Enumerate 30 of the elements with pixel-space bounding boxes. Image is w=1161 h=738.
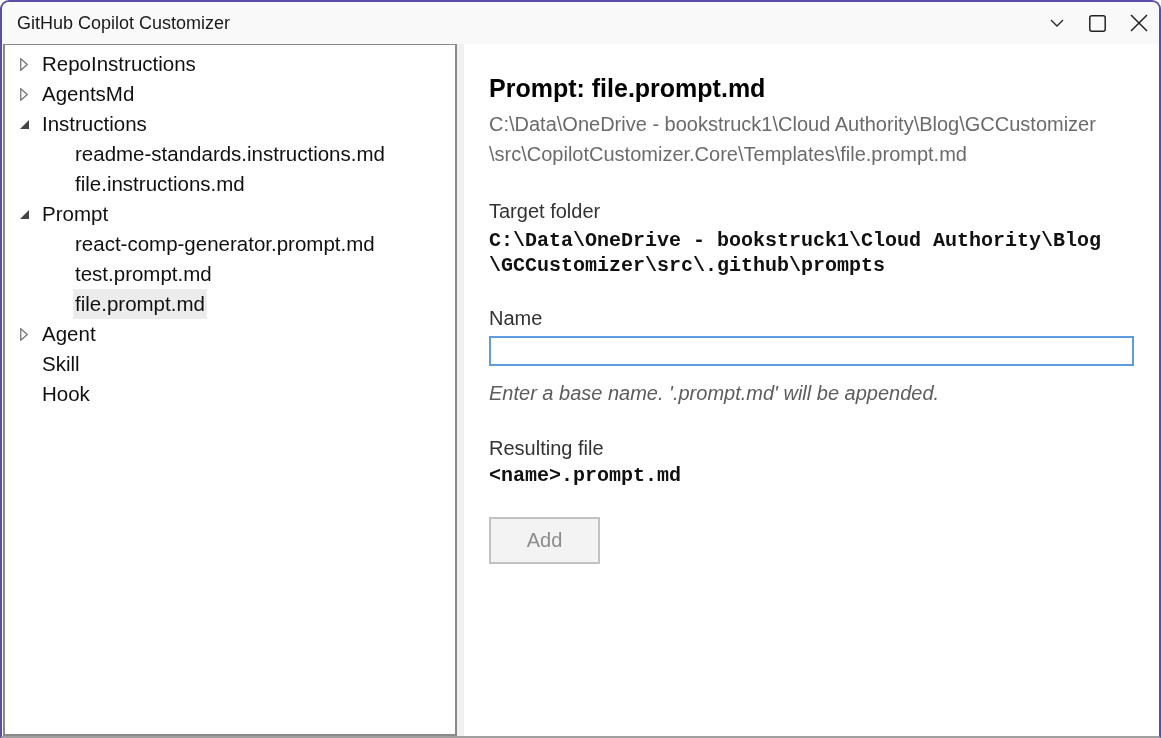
hint-text: Enter a base name. '.prompt.md' will be appended. [489,381,941,406]
tree-item[interactable]: react-comp-generator.prompt.md [73,229,377,259]
square-icon[interactable] [1089,14,1106,32]
tree-item[interactable]: RepoInstructions [40,49,198,79]
field-label: Resulting file [489,436,605,461]
tree-item[interactable]: test.prompt.md [73,259,214,289]
file-name: <name>.prompt.md [489,463,683,488]
collapsed-triangle-icon[interactable] [20,87,28,101]
source-path: C:\Data\OneDrive - bookstruck1\Cloud Authority\Blog\GCCustomizer \src\CopilotCustomizer.Core\Templates\file.prompt.md [489,112,1097,167]
chevron-down-icon[interactable] [1049,19,1064,27]
folder-path: C:\Data\OneDrive - bookstruck1\Cloud Authority\Blog \GCCustomizer\src\.github\prompts [489,228,1103,278]
tree-item[interactable]: Agent [40,319,98,349]
close-icon[interactable] [1129,14,1148,32]
name-input[interactable] [489,336,1134,366]
tree-item[interactable]: file.prompt.md [73,289,207,319]
field-label: Target folder [489,199,602,224]
collapsed-triangle-icon[interactable] [20,327,28,341]
window-title: GitHub Copilot Customizer [17,12,232,34]
tree-item[interactable]: AgentsMd [40,79,137,109]
tree-item[interactable]: Skill [40,349,82,379]
tree-item[interactable]: readme-standards.instructions.md [73,139,387,169]
detail-title: Prompt: file.prompt.md [489,73,767,103]
expanded-triangle-icon[interactable] [20,209,29,219]
field-label: Name [489,306,544,331]
tree-item[interactable]: Instructions [40,109,149,139]
expanded-triangle-icon[interactable] [20,119,29,129]
collapsed-triangle-icon[interactable] [20,57,28,71]
tree-item[interactable]: file.instructions.md [73,169,247,199]
tree-item[interactable]: Prompt [40,199,111,229]
tree-item[interactable]: Hook [40,379,92,409]
